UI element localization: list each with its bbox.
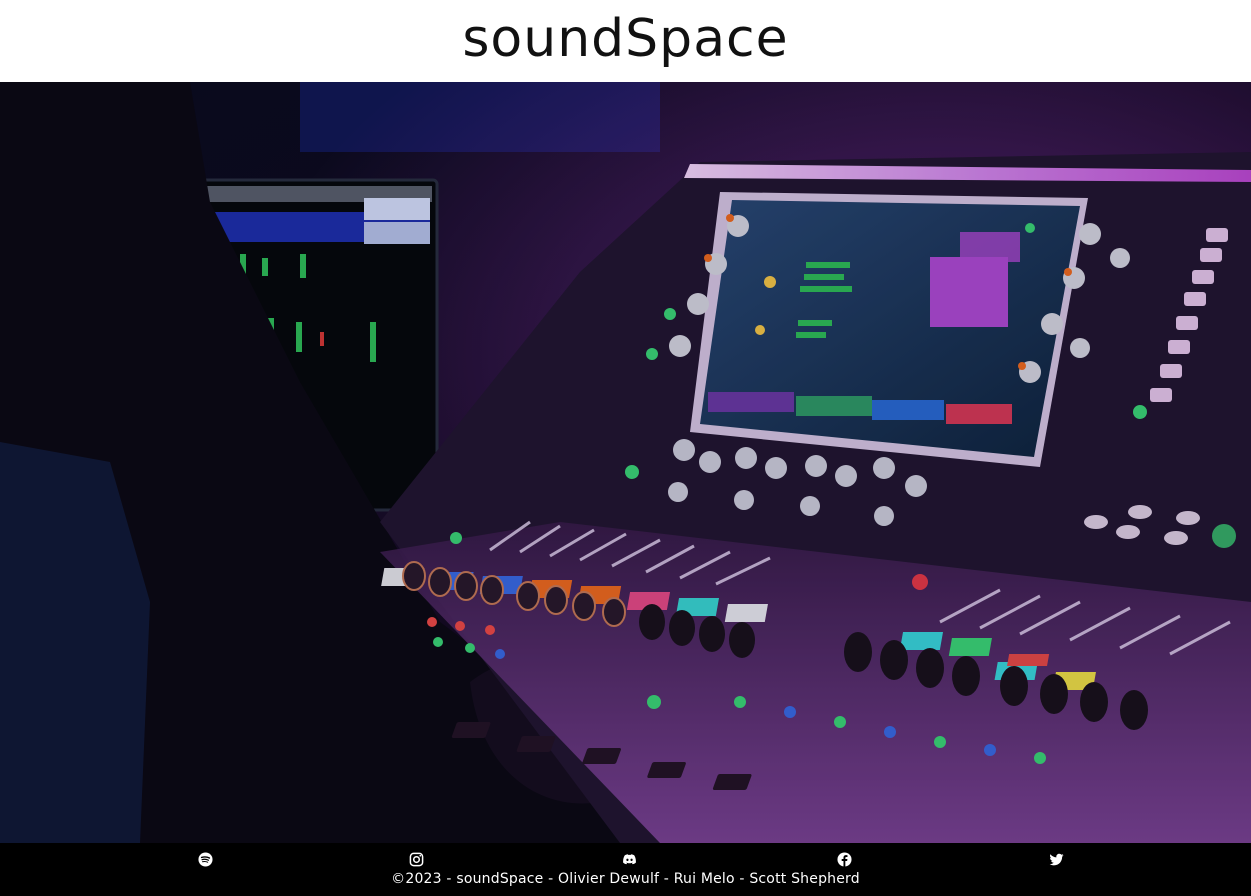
spotify-icon bbox=[197, 851, 213, 867]
facebook-link[interactable] bbox=[833, 849, 855, 869]
discord-icon bbox=[622, 853, 636, 864]
discord-link[interactable] bbox=[618, 849, 640, 869]
mixing-console-photo bbox=[0, 82, 1251, 843]
facebook-icon bbox=[836, 851, 852, 867]
site-footer: ©2023 - soundSpace - Olivier Dewulf - Ru… bbox=[0, 843, 1251, 896]
instagram-link[interactable] bbox=[405, 849, 427, 869]
twitter-icon bbox=[1048, 853, 1064, 865]
instagram-icon bbox=[409, 852, 423, 866]
hero-image bbox=[0, 82, 1251, 843]
social-links bbox=[0, 849, 1251, 869]
site-header: soundSpace bbox=[0, 0, 1251, 82]
copyright-text: ©2023 - soundSpace - Olivier Dewulf - Ru… bbox=[391, 871, 860, 887]
site-title: soundSpace bbox=[462, 9, 789, 69]
twitter-link[interactable] bbox=[1045, 849, 1067, 869]
spotify-link[interactable] bbox=[194, 849, 216, 869]
